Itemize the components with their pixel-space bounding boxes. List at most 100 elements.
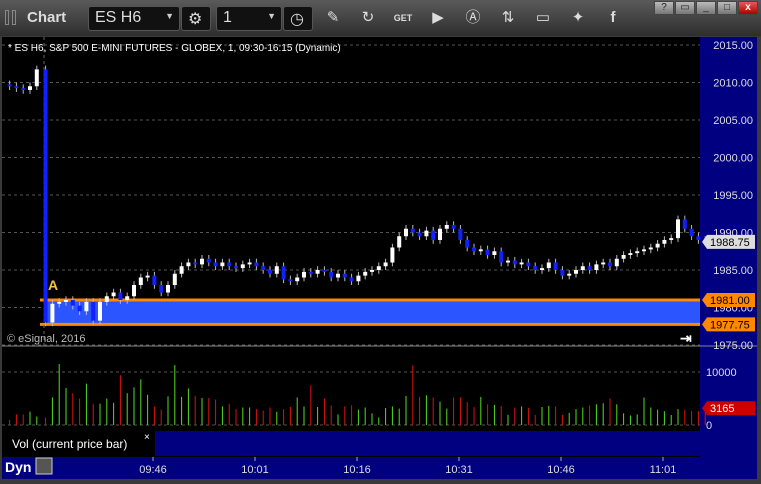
price-zone[interactable]	[47, 300, 700, 325]
candle[interactable]	[642, 245, 646, 255]
scroll-to-end-icon[interactable]: ⇥	[680, 330, 692, 346]
dyn-label[interactable]: Dyn	[5, 459, 31, 475]
candle[interactable]	[451, 221, 456, 233]
candle[interactable]	[376, 262, 381, 274]
candle[interactable]	[247, 258, 252, 269]
candle[interactable]	[424, 226, 429, 240]
candle[interactable]	[322, 266, 327, 276]
candle[interactable]	[682, 215, 687, 233]
candle[interactable]	[28, 82, 32, 94]
comment-icon[interactable]: ▭	[532, 8, 554, 28]
candle[interactable]	[159, 281, 164, 297]
candle[interactable]	[648, 243, 653, 254]
help-button[interactable]: ?	[654, 1, 674, 15]
candle[interactable]	[567, 270, 572, 280]
candle[interactable]	[336, 270, 340, 282]
candle[interactable]	[172, 270, 177, 289]
candle[interactable]	[506, 256, 510, 267]
candle[interactable]	[227, 258, 232, 270]
candle[interactable]	[431, 226, 436, 244]
candle[interactable]	[152, 271, 157, 289]
candle[interactable]	[438, 225, 442, 244]
candle[interactable]	[614, 255, 619, 270]
candle[interactable]	[186, 258, 191, 270]
candle[interactable]	[655, 240, 660, 252]
candle[interactable]	[580, 262, 585, 274]
candle[interactable]	[512, 256, 517, 269]
candle[interactable]	[485, 245, 490, 259]
candle[interactable]	[145, 271, 150, 282]
facebook-icon[interactable]: f	[602, 8, 624, 28]
restore-button[interactable]: ▭	[675, 1, 695, 15]
candle[interactable]	[383, 258, 388, 270]
candle[interactable]	[478, 245, 483, 255]
candle[interactable]	[594, 260, 599, 274]
candle[interactable]	[390, 243, 395, 267]
candle[interactable]	[342, 270, 347, 282]
candle[interactable]	[587, 262, 592, 274]
candle[interactable]	[472, 243, 476, 255]
candle[interactable]	[179, 262, 184, 278]
clock-button[interactable]: ◷	[283, 6, 313, 31]
symbol-input[interactable]: ES H6 ▼	[88, 6, 180, 31]
link-icon[interactable]: ⇅	[497, 8, 519, 28]
settings-button[interactable]: ⚙	[181, 6, 211, 31]
drag-handle-2[interactable]	[12, 10, 16, 25]
close-legend-icon[interactable]: ×	[144, 432, 150, 443]
refresh-icon[interactable]: ↻	[357, 8, 379, 28]
candle[interactable]	[444, 221, 449, 233]
candle[interactable]	[465, 236, 470, 252]
candle[interactable]	[91, 298, 96, 325]
candle[interactable]	[553, 258, 558, 274]
candle[interactable]	[14, 82, 19, 92]
candle[interactable]	[696, 232, 701, 244]
candle[interactable]	[689, 225, 694, 240]
candle[interactable]	[21, 84, 26, 94]
candle[interactable]	[213, 258, 218, 270]
pencil-icon[interactable]: ✎	[322, 8, 344, 28]
interval-input[interactable]: 1 ▼	[216, 6, 282, 31]
twitter-icon[interactable]: ✦	[567, 8, 589, 28]
candle[interactable]	[261, 262, 266, 274]
chart-area[interactable]: * ES H6, S&P 500 E-MINI FUTURES - GLOBEX…	[2, 37, 757, 479]
candle[interactable]	[417, 228, 422, 240]
candle[interactable]	[662, 236, 667, 248]
candle[interactable]	[98, 298, 102, 325]
candle[interactable]	[669, 234, 674, 244]
lock-icon[interactable]	[35, 457, 53, 475]
get-icon[interactable]: GET	[392, 8, 414, 28]
candle[interactable]	[540, 264, 544, 274]
candle[interactable]	[404, 225, 408, 240]
candle[interactable]	[50, 300, 55, 327]
candle[interactable]	[601, 258, 606, 269]
candle[interactable]	[206, 255, 211, 267]
candle[interactable]	[676, 215, 680, 242]
candle[interactable]	[315, 266, 320, 278]
candle[interactable]	[268, 266, 272, 278]
candle[interactable]	[526, 258, 531, 270]
candle[interactable]	[34, 65, 39, 90]
maximize-button[interactable]: □	[717, 1, 737, 15]
candle[interactable]	[492, 247, 497, 259]
play-icon[interactable]: ▶	[427, 8, 449, 28]
candle[interactable]	[349, 273, 354, 285]
candle[interactable]	[397, 232, 402, 252]
candle[interactable]	[166, 281, 170, 297]
candle[interactable]	[274, 262, 279, 278]
candle[interactable]	[628, 249, 633, 259]
drag-handle[interactable]	[5, 10, 9, 25]
candle[interactable]	[295, 273, 300, 285]
candle[interactable]	[43, 65, 48, 327]
candle[interactable]	[281, 262, 286, 284]
candle[interactable]	[499, 247, 504, 267]
candle[interactable]	[621, 251, 626, 263]
candle[interactable]	[254, 258, 259, 270]
candle[interactable]	[288, 275, 293, 285]
candle[interactable]	[356, 271, 361, 285]
minimize-button[interactable]: _	[696, 1, 716, 15]
candle[interactable]	[519, 258, 524, 269]
candle[interactable]	[220, 258, 225, 270]
marker-a[interactable]: A	[48, 277, 58, 293]
candle[interactable]	[132, 281, 136, 300]
candle[interactable]	[533, 262, 538, 274]
